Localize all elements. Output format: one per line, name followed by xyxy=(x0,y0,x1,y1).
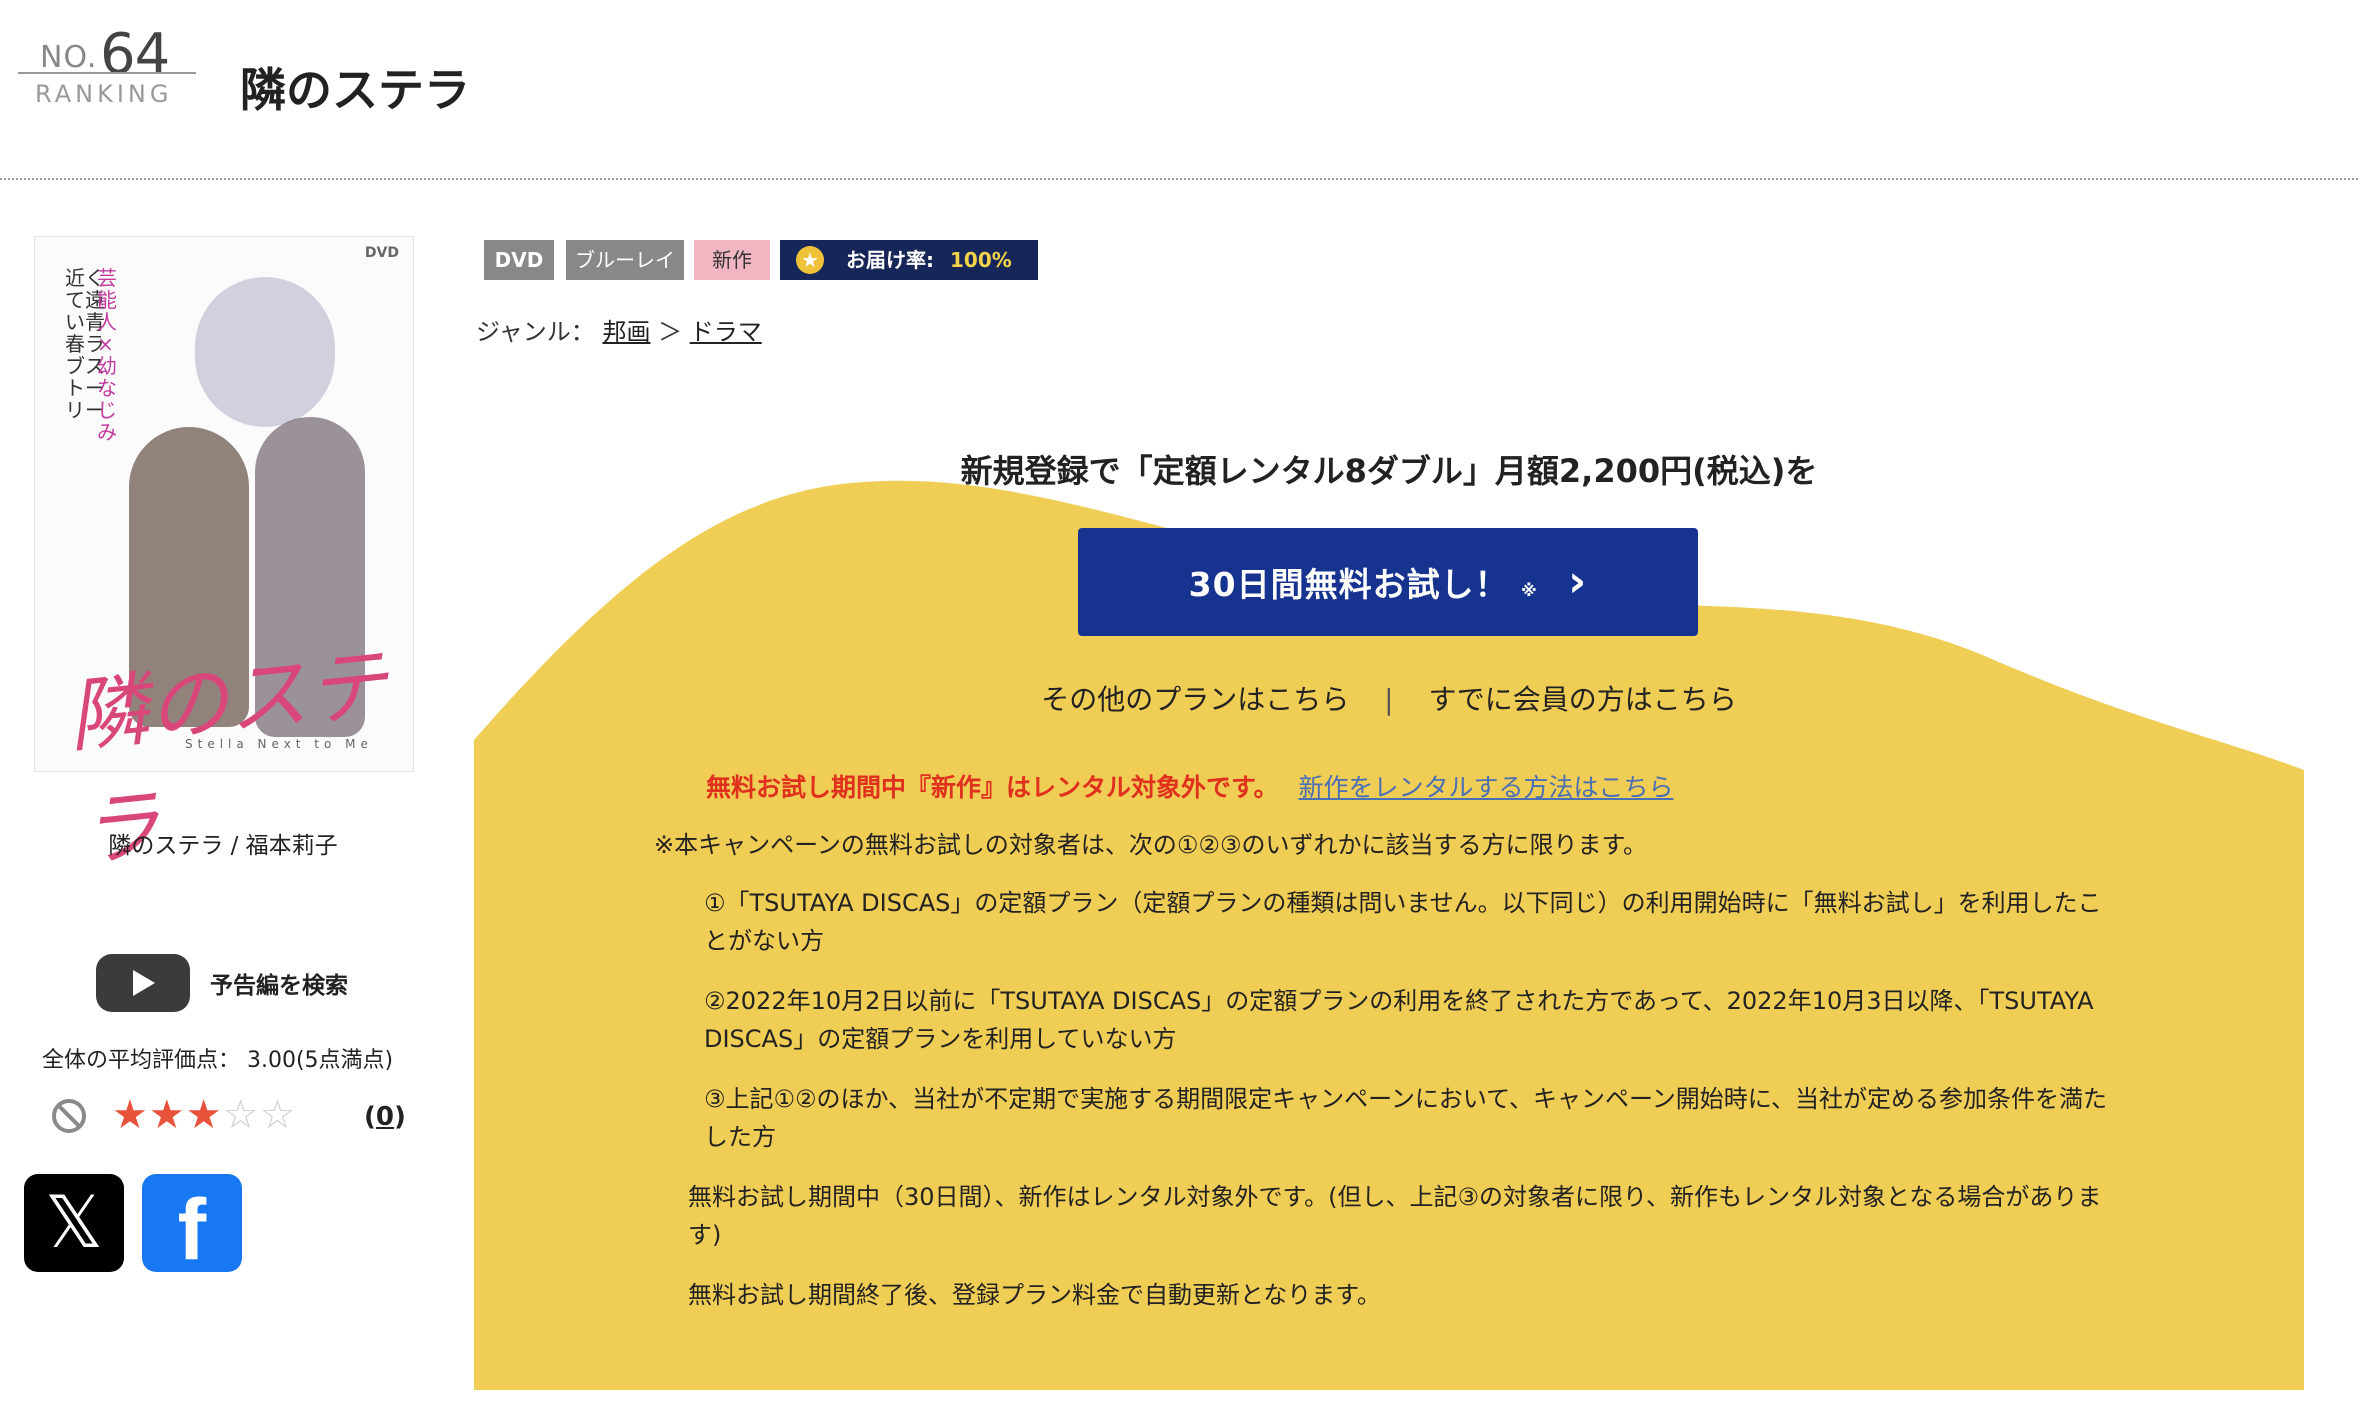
x-share-button[interactable]: 𝕏 xyxy=(24,1174,124,1272)
tag-dvd: DVD xyxy=(484,240,554,280)
star-filled-icon: ★ xyxy=(148,1092,186,1138)
plan-links-divider: | xyxy=(1384,683,1394,716)
rent-new-release-link[interactable]: 新作をレンタルする方法はこちら xyxy=(1298,773,1673,802)
star-filled-icon: ★ xyxy=(185,1092,223,1138)
campaign-note-4: 無料お試し期間中（30日間）、新作はレンタル対象外です。(但し、上記③の対象者に… xyxy=(688,1183,2102,1249)
review-count-value[interactable]: 0 xyxy=(376,1102,394,1132)
ranking-divider xyxy=(18,72,196,74)
trailer-search-link[interactable]: 予告編を検索 xyxy=(210,966,348,1000)
star-empty-icon: ☆ xyxy=(222,1092,260,1138)
free-trial-label: 30日間無料お試し！ xyxy=(1188,565,1509,604)
header-divider xyxy=(0,178,2358,180)
star-icon: ★ xyxy=(796,246,824,274)
star-filled-icon: ★ xyxy=(112,1092,149,1138)
ranking-number: 64 xyxy=(100,22,170,87)
star-empty-icon: ☆ xyxy=(259,1092,297,1138)
star-rating: ★★★☆☆ xyxy=(112,1092,296,1138)
cover-subtitle: Stella Next to Me xyxy=(185,737,373,751)
cover-tagline-accent: 芸能人×幼なじみ xyxy=(97,266,117,444)
tag-new-release: 新作 xyxy=(694,240,770,280)
chevron-right-icon: › xyxy=(1568,556,1588,607)
breadcrumb-separator: ＞ xyxy=(658,318,683,346)
genre-label: ジャンル： xyxy=(476,318,595,346)
facebook-share-button[interactable]: f xyxy=(142,1174,242,1278)
cover-figure-back xyxy=(195,277,335,427)
ranking-badge: NO. 64 RANKING xyxy=(18,18,198,108)
page-title: 隣のステラ xyxy=(240,63,470,117)
campaign-note-1: ①「TSUTAYA DISCAS」の定額プラン（定額プランの種類は問いません。以… xyxy=(704,889,2102,955)
campaign-headline: 新規登録で「定額レンタル8ダブル」月額2,200円(税込)を xyxy=(960,452,1818,490)
delivery-rate-value: 100% xyxy=(950,248,1012,272)
member-login-link[interactable]: すでに会員の方はこちら xyxy=(1428,683,1736,716)
cover-dvd-mark: DVD xyxy=(364,245,399,261)
plan-links: その他のプランはこちら | すでに会員の方はこちら xyxy=(474,678,2304,718)
cover-image[interactable]: 近くて遠い青春ラブストーリー 芸能人×幼なじみ DVD 隣のステラ Stella… xyxy=(34,236,414,879)
free-trial-note-mark: ※ xyxy=(1521,581,1538,600)
genre-breadcrumb: ジャンル： 邦画 ＞ ドラマ xyxy=(476,312,762,347)
campaign-note-5: 無料お試し期間終了後、登録プラン料金で自動更新となります。 xyxy=(688,1281,1381,1309)
warning-text: 無料お試し期間中『新作』はレンタル対象外です。 xyxy=(706,773,1279,802)
delivery-rate-badge: ★ お届け率: 100% xyxy=(780,240,1038,280)
genre-link-hoga[interactable]: 邦画 xyxy=(602,318,650,346)
campaign-note-2: ②2022年10月2日以前に「TSUTAYA DISCAS」の定額プランの利用を… xyxy=(704,987,2094,1053)
average-rating-text: 全体の平均評価点： 3.00(5点満点) xyxy=(42,1048,394,1073)
tag-bluray: ブルーレイ xyxy=(566,240,684,280)
other-plans-link[interactable]: その他のプランはこちら xyxy=(1041,683,1349,716)
delivery-rate-label: お届け率: xyxy=(846,248,934,272)
play-icon xyxy=(133,970,155,996)
campaign-note-intro: ※本キャンペーンの無料お試しの対象者は、次の①②③のいずれかに該当する方に限りま… xyxy=(654,831,1648,859)
genre-link-drama[interactable]: ドラマ xyxy=(690,318,762,346)
ranking-label: RANKING xyxy=(35,80,173,108)
new-release-warning: 無料お試し期間中『新作』はレンタル対象外です。 新作をレンタルする方法はこちら xyxy=(706,768,1673,804)
prohibited-icon[interactable] xyxy=(52,1099,86,1133)
free-trial-button[interactable]: 30日間無料お試し！ ※ › xyxy=(1078,528,1698,636)
review-count[interactable]: (0) xyxy=(364,1102,406,1132)
ranking-prefix: NO. xyxy=(40,40,98,75)
campaign-note-3: ③上記①②のほか、当社が不定期で実施する期間限定キャンペーンにおいて、キャンペー… xyxy=(704,1085,2108,1151)
cover-caption: 隣のステラ / 福本莉子 xyxy=(108,833,338,859)
